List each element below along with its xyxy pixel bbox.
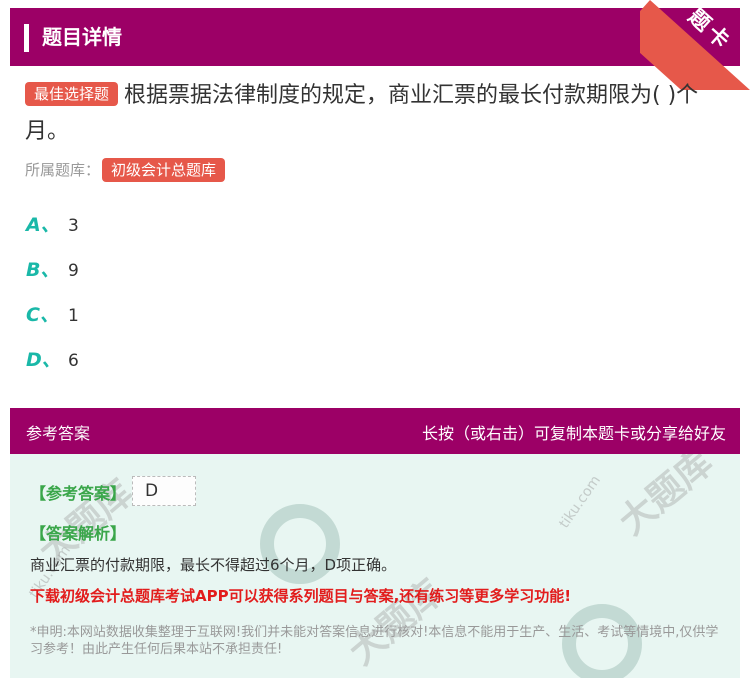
bank-tag[interactable]: 初级会计总题库	[102, 158, 226, 182]
option-a[interactable]: A、 3	[26, 211, 79, 239]
option-d[interactable]: D、 6	[26, 346, 79, 374]
option-letter: C、	[26, 304, 59, 326]
reference-answer-value: D	[132, 476, 196, 506]
option-letter: A、	[26, 214, 60, 236]
watermark: 大题库	[611, 454, 721, 544]
bank-label: 所属题库：	[25, 161, 101, 179]
option-c[interactable]: C、 1	[26, 301, 79, 329]
option-value: 9	[68, 261, 79, 281]
option-b[interactable]: B、 9	[26, 256, 79, 284]
header-accent-bar	[24, 24, 29, 52]
question-card-ribbon[interactable]: 题卡	[640, 0, 750, 90]
copy-share-hint: 长按（或右击）可复制本题卡或分享给好友	[421, 424, 726, 443]
question-bank-row: 所属题库： 初级会计总题库	[25, 158, 226, 182]
option-value: 6	[68, 351, 79, 371]
app-download-promo[interactable]: 下载初级会计总题库考试APP可以获得系列题目与答案,还有练习等更多学习功能!	[30, 585, 571, 606]
option-value: 3	[68, 216, 79, 236]
analysis-text: 商业汇票的付款期限，最长不得超过6个月，D项正确。	[30, 556, 397, 574]
detail-header: 题目详情	[10, 8, 740, 66]
answer-header-title: 参考答案	[26, 424, 91, 443]
option-value: 1	[68, 306, 79, 326]
analysis-label: 【答案解析】	[30, 524, 127, 543]
disclaimer-text: *申明:本网站数据收集整理于互联网!我们并未能对答案信息进行核对!本信息不能用于…	[30, 625, 719, 657]
option-letter: D、	[26, 349, 61, 371]
page-title: 题目详情	[42, 25, 122, 49]
answer-panel: 大题库 大题库 大题库 tiku.com tiku.com 【参考答案】 D 【…	[10, 454, 740, 678]
question-stem: 最佳选择题 根据票据法律制度的规定，商业汇票的最长付款期限为( )个月。	[25, 78, 730, 150]
option-letter: B、	[26, 259, 60, 281]
watermark: 大题库	[341, 572, 451, 674]
question-text: 根据票据法律制度的规定，商业汇票的最长付款期限为( )个月。	[25, 83, 699, 144]
answer-header: 参考答案 长按（或右击）可复制本题卡或分享给好友	[10, 408, 740, 454]
reference-answer-label: 【参考答案】	[30, 484, 127, 503]
watermark-url: tiku.com	[556, 472, 604, 532]
question-type-badge: 最佳选择题	[25, 82, 119, 106]
